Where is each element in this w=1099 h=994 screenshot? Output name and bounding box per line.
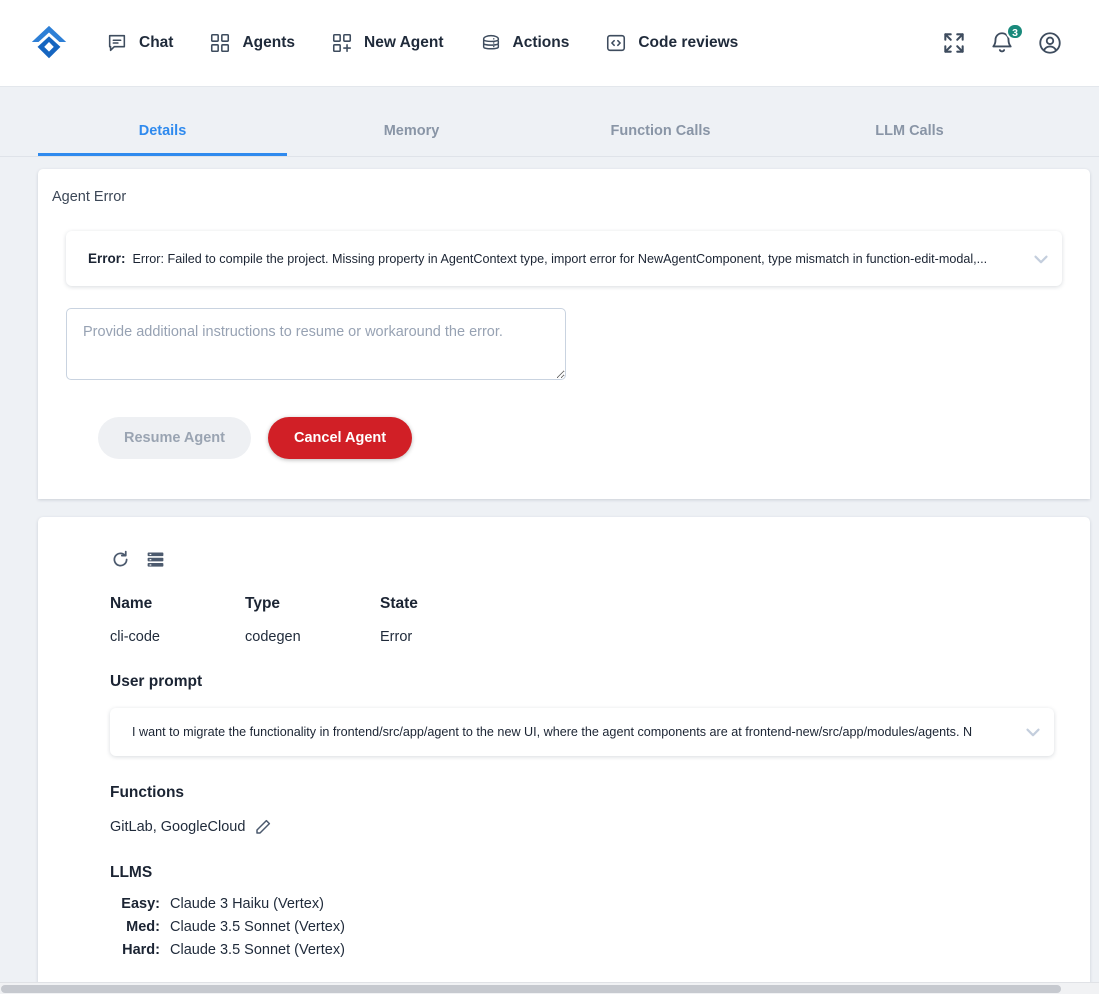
error-message-row[interactable]: Error: Error: Failed to compile the proj… [66, 231, 1062, 286]
tab-function-calls[interactable]: Function Calls [536, 123, 785, 156]
column-value: cli-code [110, 629, 160, 645]
code-brackets-icon [605, 32, 627, 54]
functions-row: GitLab, GoogleCloud [38, 802, 1090, 836]
horizontal-scrollbar[interactable] [0, 982, 1099, 994]
nav-item-new-agent[interactable]: New Agent [313, 24, 462, 62]
refresh-icon[interactable] [110, 549, 131, 570]
error-label: Error: [88, 251, 126, 266]
nav-item-label: New Agent [364, 34, 444, 51]
grid-plus-icon [331, 32, 353, 54]
tab-details[interactable]: Details [38, 123, 287, 156]
nav-item-agents[interactable]: Agents [191, 24, 313, 62]
instructions-wrapper [38, 286, 1090, 385]
top-right-actions: 3 [941, 23, 1077, 56]
agent-error-title: Agent Error [52, 189, 127, 205]
llm-row-med: Med: Claude 3.5 Sonnet (Vertex) [110, 919, 1090, 942]
llm-key: Hard: [122, 942, 160, 958]
llm-key: Easy: [121, 896, 160, 912]
summary-col-type: Type codegen [245, 595, 380, 645]
grid-squares-icon [209, 32, 231, 54]
llm-value: Claude 3 Haiku (Vertex) [170, 896, 324, 912]
nav-links: Chat Agents New Agent Actions Code revie… [88, 24, 756, 62]
llm-key: Med: [126, 919, 160, 935]
user-prompt-row[interactable]: I want to migrate the functionality in f… [110, 708, 1054, 756]
column-header: Type [245, 595, 281, 612]
tab-llm-calls[interactable]: LLM Calls [785, 123, 1034, 156]
agent-summary-grid: Name cli-code Type codegen State Error [38, 570, 1090, 645]
list-database-icon[interactable] [145, 549, 166, 570]
scrollbar-thumb[interactable] [1, 985, 1061, 993]
column-value: Error [380, 629, 413, 645]
logo-diamond-arrow-icon[interactable] [28, 22, 70, 64]
llm-value: Claude 3.5 Sonnet (Vertex) [170, 919, 345, 935]
user-prompt-text: I want to migrate the functionality in f… [132, 725, 973, 739]
nav-item-label: Chat [139, 34, 174, 51]
top-navigation-bar: Chat Agents New Agent Actions Code revie… [0, 0, 1099, 87]
resume-agent-button[interactable]: Resume Agent [98, 417, 251, 459]
error-text: Error: Failed to compile the project. Mi… [132, 251, 988, 266]
additional-instructions-input[interactable] [66, 308, 566, 380]
agent-error-card: Agent Error Error: Error: Failed to comp… [38, 169, 1090, 499]
nav-item-chat[interactable]: Chat [88, 24, 191, 62]
chat-bubble-icon [106, 32, 128, 54]
chevron-down-icon[interactable] [1022, 721, 1044, 743]
error-actions-row: Resume Agent Cancel Agent [38, 385, 1090, 499]
tab-bar: Details Memory Function Calls LLM Calls [0, 87, 1099, 157]
tab-memory[interactable]: Memory [287, 123, 536, 156]
nav-item-label: Agents [242, 34, 295, 51]
agent-details-card: Name cli-code Type codegen State Error U… [38, 517, 1090, 994]
llms-list: Easy: Claude 3 Haiku (Vertex) Med: Claud… [38, 882, 1090, 965]
bell-notification-icon[interactable]: 3 [989, 23, 1024, 56]
details-toolbar [38, 517, 1090, 570]
user-account-icon[interactable] [1037, 30, 1063, 56]
nav-item-label: Actions [512, 34, 570, 51]
llms-heading: LLMS [110, 864, 153, 881]
pencil-edit-icon[interactable] [254, 818, 272, 836]
column-header: State [380, 595, 418, 612]
functions-value: GitLab, GoogleCloud [110, 819, 246, 835]
database-stack-icon [480, 32, 502, 54]
summary-col-state: State Error [380, 595, 515, 645]
nav-item-actions[interactable]: Actions [462, 24, 588, 62]
column-header: Name [110, 595, 153, 612]
cancel-agent-button[interactable]: Cancel Agent [267, 417, 413, 459]
llm-value: Claude 3.5 Sonnet (Vertex) [170, 942, 345, 958]
llm-row-easy: Easy: Claude 3 Haiku (Vertex) [110, 896, 1090, 919]
notification-badge: 3 [1006, 23, 1024, 40]
expand-fullscreen-icon[interactable] [941, 30, 967, 56]
column-value: codegen [245, 629, 301, 645]
nav-item-code-reviews[interactable]: Code reviews [587, 24, 756, 62]
llm-row-hard: Hard: Claude 3.5 Sonnet (Vertex) [110, 942, 1090, 965]
functions-heading: Functions [110, 784, 185, 801]
nav-item-label: Code reviews [638, 34, 739, 51]
user-prompt-heading: User prompt [110, 673, 203, 690]
chevron-down-icon[interactable] [1030, 248, 1052, 270]
summary-col-name: Name cli-code [110, 595, 245, 645]
